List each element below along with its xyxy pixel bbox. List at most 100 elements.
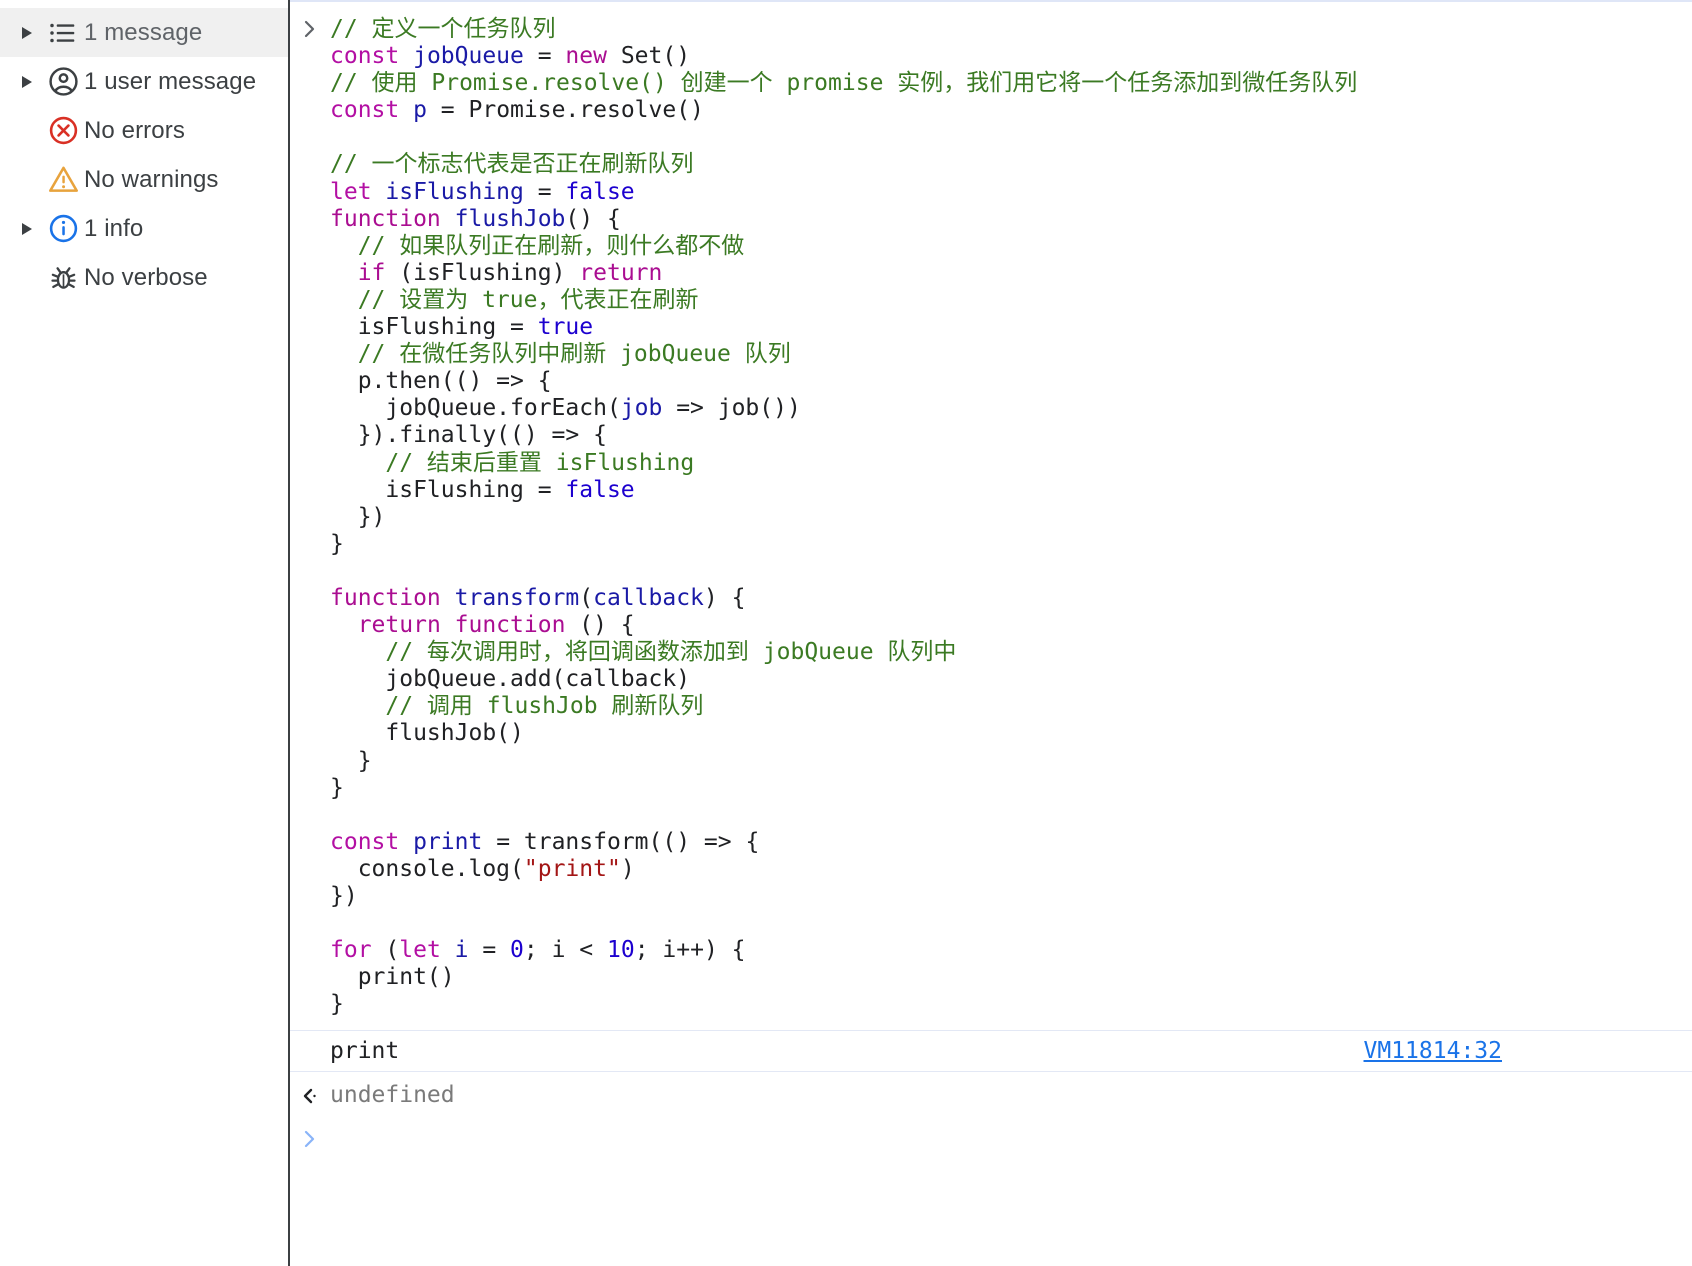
code-token: function (454, 612, 566, 639)
code-token: false (565, 178, 635, 205)
console-log-row[interactable]: print VM11814:32 (290, 1030, 1692, 1073)
code-token: // 使用 Promise.resolve() 创建一个 promise 实例，… (330, 70, 1358, 97)
code-token: () { (565, 205, 621, 232)
sidebar-item-verbose[interactable]: No verbose (0, 253, 288, 302)
code-token: function (330, 205, 455, 232)
code-token: i (454, 937, 469, 964)
code-token: let (399, 937, 455, 964)
code-token: // 每次调用时，将回调函数添加到 jobQueue 队列中 (330, 639, 957, 666)
console-sidebar: 1 message 1 user message No errors No wa… (0, 0, 290, 1266)
code-token: 0 (510, 937, 524, 964)
expand-triangle-icon[interactable] (20, 74, 42, 90)
code-token: }) (330, 883, 358, 909)
code-token: = transform(() => { (482, 828, 760, 855)
code-token: isFlushing = (330, 314, 538, 341)
sidebar-item-label: 1 info (84, 214, 144, 242)
console-input-entry[interactable]: // 定义一个任务队列 const jobQueue = new Set() /… (290, 2, 1692, 1018)
code-token: } (330, 530, 344, 557)
error-icon (42, 115, 84, 146)
sidebar-item-user-messages[interactable]: 1 user message (0, 57, 288, 106)
code-token: return (357, 612, 455, 639)
code-token: for (330, 937, 386, 964)
code-token: ) { (703, 584, 746, 611)
code-token: // 定义一个任务队列 (330, 16, 556, 42)
source-location-link[interactable]: VM11814:32 (1364, 1039, 1502, 1063)
code-token: } (330, 991, 344, 1018)
console-prompt-input[interactable] (330, 1125, 1692, 1151)
code-token: jobQueue.add(callback) (330, 666, 691, 693)
code-token: // 一个标志代表是否正在刷新队列 (330, 151, 694, 178)
code-token: flushJob (454, 205, 566, 232)
code-token: Set() (620, 43, 691, 70)
list-icon (42, 18, 84, 48)
console-message-list: // 定义一个任务队列 const jobQueue = new Set() /… (290, 0, 1692, 1266)
code-token: // 设置为 true，代表正在刷新 (330, 286, 699, 313)
code-token: ; i++) { (634, 937, 746, 964)
code-token: } (330, 774, 344, 801)
sidebar-item-label: No verbose (84, 263, 208, 291)
sidebar-item-label: 1 message (84, 18, 203, 46)
code-token: 10 (607, 937, 635, 964)
code-token: p (413, 97, 427, 124)
expand-triangle-icon[interactable] (20, 221, 42, 237)
user-icon (42, 66, 84, 97)
code-token: jobQueue.forEach( (330, 395, 621, 422)
code-token: "print" (523, 855, 621, 882)
console-log-text: print (330, 1037, 400, 1064)
input-chevron-icon[interactable] (290, 16, 330, 40)
expand-triangle-icon[interactable] (20, 25, 42, 41)
warning-icon (42, 164, 84, 195)
sidebar-item-messages[interactable]: 1 message (0, 8, 288, 57)
sidebar-item-label: 1 user message (84, 67, 257, 95)
code-token: flushJob() (330, 720, 524, 747)
code-token: // 在微任务队列中刷新 jobQueue 队列 (330, 341, 791, 368)
console-source-code: // 定义一个任务队列 const jobQueue = new Set() /… (330, 16, 1357, 1018)
code-token: job (620, 395, 663, 422)
code-token: new (565, 43, 621, 70)
code-token: }) (330, 503, 386, 530)
code-token: return (579, 259, 663, 286)
code-token: = (468, 937, 511, 964)
code-token: callback (593, 584, 704, 611)
code-token: false (565, 476, 635, 503)
code-token: = (523, 178, 566, 205)
code-token: console.log( (330, 855, 524, 882)
code-token: print (413, 828, 483, 855)
code-token: print() (330, 964, 455, 991)
code-token: ; i < (523, 937, 607, 964)
code-token: isFlushing = (330, 476, 566, 503)
code-token: // 调用 flushJob 刷新队列 (330, 693, 704, 720)
code-token: ( (385, 937, 400, 964)
code-token: const (330, 97, 414, 124)
bug-icon (42, 263, 84, 292)
code-token: ( (579, 584, 594, 611)
sidebar-item-label: No warnings (84, 165, 219, 193)
code-token: transform (454, 584, 580, 611)
code-token: if (357, 259, 386, 286)
code-token: = Promise.resolve() (426, 97, 704, 124)
console-result-row: undefined (290, 1072, 1692, 1116)
prompt-chevron-icon (290, 1126, 330, 1150)
sidebar-item-warnings[interactable]: No warnings (0, 155, 288, 204)
return-value-icon (290, 1083, 330, 1107)
sidebar-item-errors[interactable]: No errors (0, 106, 288, 155)
code-token: jobQueue (413, 43, 524, 70)
code-token: let (330, 178, 386, 205)
info-icon (42, 213, 84, 244)
sidebar-item-info[interactable]: 1 info (0, 204, 288, 253)
code-token: }).finally(() => { (330, 422, 607, 449)
code-token: p.then(() => { (330, 368, 552, 395)
code-token: => job()) (662, 395, 801, 422)
code-token: // 结束后重置 isFlushing (330, 449, 695, 476)
code-token: } (330, 747, 372, 774)
code-token: const (330, 828, 414, 855)
console-prompt-row[interactable] (290, 1116, 1692, 1160)
code-token: const (330, 43, 414, 70)
sidebar-item-label: No errors (84, 116, 185, 144)
console-result-value: undefined (330, 1081, 455, 1108)
code-token: ) (620, 855, 635, 882)
code-token: isFlushing (385, 178, 524, 205)
code-token: (isFlushing) (385, 259, 580, 286)
